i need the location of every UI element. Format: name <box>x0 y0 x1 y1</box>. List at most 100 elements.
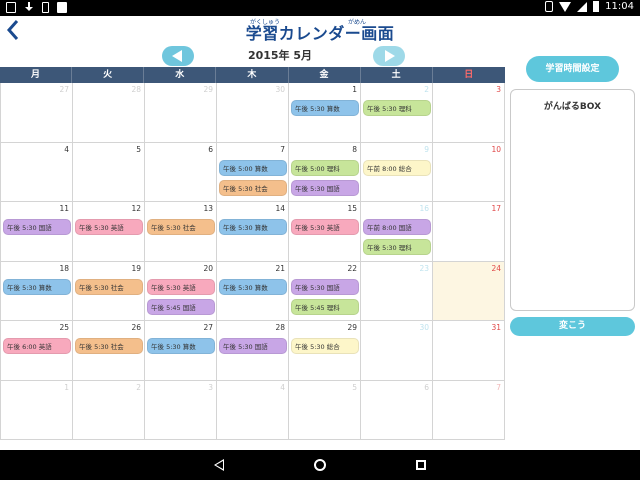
study-event[interactable]: 午後 5:30 理科 <box>363 239 431 255</box>
calendar-day-cell[interactable]: 10 <box>433 142 505 201</box>
calendar-day-cell[interactable]: 4 <box>1 142 73 201</box>
change-button[interactable]: 変こう <box>510 317 635 336</box>
study-event[interactable]: 午後 5:30 国語 <box>219 338 287 354</box>
study-event[interactable]: 午後 5:30 社会 <box>75 278 143 295</box>
study-event[interactable]: 午後 5:30 算数 <box>291 100 359 116</box>
calendar-day-cell[interactable]: 27 <box>1 83 73 142</box>
day-number: 6 <box>208 144 213 154</box>
calendar-day-cell[interactable]: 29 午後 5:30 総合 <box>289 321 361 380</box>
calendar-day-cell[interactable]: 27 午後 5:30 算数 <box>145 321 217 380</box>
calendar-day-cell[interactable]: 20 午後 5:30 英語 午後 5:45 国語 <box>145 261 217 320</box>
study-event[interactable]: 午後 5:30 算数 <box>147 338 215 354</box>
study-event[interactable]: 午後 5:30 社会 <box>219 179 287 196</box>
study-event[interactable]: 午前 8:00 国語 <box>363 219 431 235</box>
calendar-day-cell[interactable]: 17 <box>433 202 505 261</box>
study-event[interactable]: 午後 5:30 英語 <box>75 219 143 235</box>
day-number: 24 <box>491 263 501 273</box>
nav-home-icon[interactable] <box>314 459 326 471</box>
calendar-day-cell[interactable]: 21 午後 5:30 算数 <box>217 261 289 320</box>
study-event[interactable]: 午後 5:00 算数 <box>219 159 287 176</box>
calendar-day-cell[interactable]: 5 <box>73 142 145 201</box>
calendar-day-cell[interactable]: 12 午後 5:30 英語 <box>73 202 145 261</box>
calendar-day-cell[interactable]: 8 午後 5:00 理科 午後 5:30 国語 <box>289 142 361 201</box>
calendar-day-cell[interactable]: 28 <box>73 83 145 142</box>
ruby-gakushu: がくしゅう <box>250 19 281 26</box>
status-bar: 11:04 <box>0 0 640 16</box>
study-event[interactable]: 午後 5:30 国語 <box>291 179 359 196</box>
weekday-label: 水 <box>144 67 217 83</box>
calendar-day-cell[interactable]: 14 午後 5:30 算数 <box>217 202 289 261</box>
calendar-day-cell[interactable]: 30 <box>361 321 433 380</box>
calendar-day-cell[interactable]: 2 <box>73 380 145 439</box>
back-button[interactable] <box>4 18 22 42</box>
nav-recents-icon[interactable] <box>416 460 426 470</box>
day-number: 1 <box>64 382 69 392</box>
calendar-day-cell[interactable]: 2 午後 5:30 理科 <box>361 83 433 142</box>
day-number: 19 <box>131 263 141 273</box>
study-event[interactable]: 午後 5:30 総合 <box>291 338 359 354</box>
calendar-day-cell[interactable]: 1 午後 5:30 算数 <box>289 83 361 142</box>
gallery-notification-icon <box>6 2 16 13</box>
calendar-day-cell[interactable]: 22 午後 5:30 国語 午後 5:45 理科 <box>289 261 361 320</box>
day-number: 7 <box>496 382 501 392</box>
calendar-day-cell[interactable]: 15 午後 5:30 英語 <box>289 202 361 261</box>
calendar-day-cell[interactable]: 18 午後 5:30 算数 <box>1 261 73 320</box>
study-event[interactable]: 午後 5:30 算数 <box>3 278 71 295</box>
prev-month-button[interactable] <box>162 46 194 66</box>
study-event[interactable]: 午後 5:30 英語 <box>147 278 215 295</box>
study-event[interactable]: 午後 5:30 社会 <box>75 338 143 354</box>
weekday-label-sunday: 日 <box>464 70 474 80</box>
arrow-right-icon <box>385 50 395 62</box>
day-number: 18 <box>59 263 69 273</box>
calendar-day-cell[interactable]: 29 <box>145 83 217 142</box>
day-number: 17 <box>491 204 501 213</box>
study-event[interactable]: 午後 5:30 英語 <box>291 219 359 235</box>
study-event[interactable]: 午後 5:30 社会 <box>147 219 215 235</box>
day-number: 8 <box>352 144 357 154</box>
day-number: 16 <box>419 204 429 213</box>
day-number: 13 <box>203 204 213 213</box>
calendar-day-cell[interactable]: 4 <box>217 380 289 439</box>
calendar-day-cell[interactable]: 1 <box>1 380 73 439</box>
study-event[interactable]: 午後 5:30 国語 <box>3 219 71 235</box>
study-event[interactable]: 午後 6:00 英語 <box>3 338 71 354</box>
next-month-button[interactable] <box>373 46 405 66</box>
calendar-day-cell[interactable]: 3 <box>145 380 217 439</box>
download-icon <box>24 2 34 13</box>
calendar-day-cell[interactable]: 23 <box>361 261 433 320</box>
calendar-day-cell[interactable]: 30 <box>217 83 289 142</box>
study-event[interactable]: 午後 5:00 理科 <box>291 159 359 176</box>
day-number: 31 <box>491 323 501 332</box>
day-number: 9 <box>424 144 429 154</box>
calendar-day-cell[interactable]: 6 <box>361 380 433 439</box>
study-time-settings-button[interactable]: 学習時間設定 <box>526 56 619 82</box>
calendar-day-cell[interactable]: 7 午後 5:00 算数 午後 5:30 社会 <box>217 142 289 201</box>
study-event[interactable]: 午後 5:30 理科 <box>363 100 431 116</box>
study-event[interactable]: 午後 5:30 算数 <box>219 278 287 295</box>
nav-back-icon[interactable] <box>214 459 224 471</box>
calendar-day-cell[interactable]: 5 <box>289 380 361 439</box>
calendar-day-cell[interactable]: 11 午後 5:30 国語 <box>1 202 73 261</box>
calendar-day-cell[interactable]: 13 午後 5:30 社会 <box>145 202 217 261</box>
calendar-day-cell[interactable]: 28 午後 5:30 国語 <box>217 321 289 380</box>
calendar-day-cell[interactable]: 26 午後 5:30 社会 <box>73 321 145 380</box>
day-number: 25 <box>59 323 69 332</box>
study-event[interactable]: 午後 5:45 理科 <box>291 298 359 315</box>
study-event[interactable]: 午後 5:45 国語 <box>147 298 215 315</box>
study-event[interactable]: 午後 5:30 国語 <box>291 278 359 295</box>
calendar-day-cell[interactable]: 19 午後 5:30 社会 <box>73 261 145 320</box>
calendar-day-cell[interactable]: 9 午前 8:00 総合 <box>361 142 433 201</box>
calendar-day-cell[interactable]: 25 午後 6:00 英語 <box>1 321 73 380</box>
calendar-day-cell[interactable]: 3 <box>433 83 505 142</box>
day-number: 2 <box>424 85 429 94</box>
calendar-day-cell[interactable]: 16 午前 8:00 国語 午後 5:30 理科 <box>361 202 433 261</box>
calendar-day-cell[interactable]: 31 <box>433 321 505 380</box>
calendar-day-cell[interactable]: 6 <box>145 142 217 201</box>
page-header: がくしゅう がめん 学習カレンダー画面 <box>230 17 410 45</box>
study-event[interactable]: 午後 5:30 算数 <box>219 219 287 235</box>
calendar-day-cell[interactable]: 7 <box>433 380 505 439</box>
day-number: 27 <box>59 85 69 94</box>
day-number: 3 <box>208 382 213 392</box>
calendar-day-cell[interactable]: 24 <box>433 261 505 320</box>
study-event[interactable]: 午前 8:00 総合 <box>363 159 431 176</box>
